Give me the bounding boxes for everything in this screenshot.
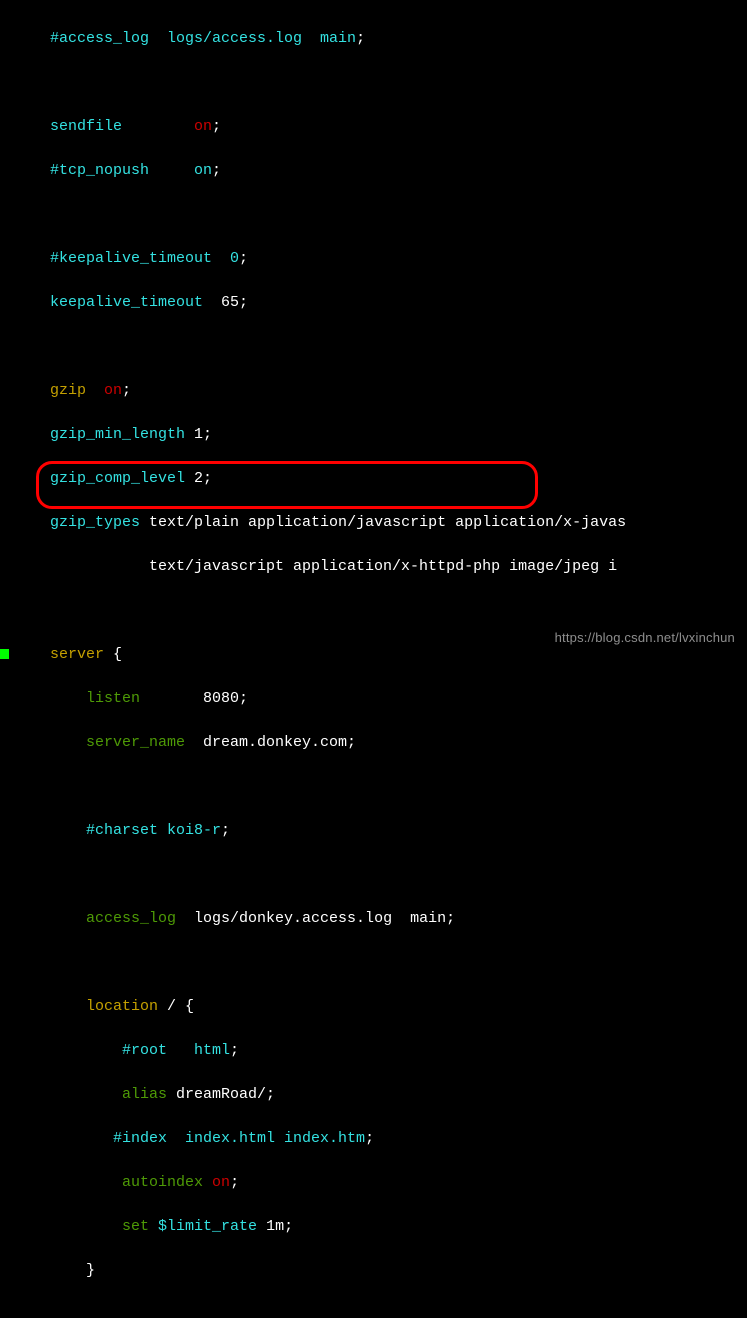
directive-listen: listen [50,690,140,707]
comment-charset: #charset koi8-r [50,822,221,839]
directive-server-name: server_name [50,734,185,751]
directive-autoindex: autoindex [50,1174,203,1191]
directive-access-log: access_log [50,910,176,927]
block-server: server [50,646,104,663]
comment-keepalive: #keepalive_timeout 0 [50,250,239,267]
watermark-text: https://blog.csdn.net/lvxinchun [555,627,735,649]
directive-gzip-types: gzip_types [50,514,149,531]
comment-access-log: #access_log logs/access.log main [50,30,356,47]
directive-set: set [50,1218,149,1235]
terminal-cursor [0,649,9,659]
variable-limit-rate: $limit_rate [158,1218,257,1235]
directive-gzip-min-length: gzip_min_length [50,426,194,443]
value-on: on [104,382,122,399]
value-on: on [194,118,212,135]
directive-keepalive-timeout: keepalive_timeout [50,294,221,311]
comment-index: #index index.html index.htm [50,1130,365,1147]
directive-gzip: gzip [50,382,104,399]
gzip-types-cont: text/javascript application/x-httpd-php … [50,558,617,575]
block-location: location [50,998,158,1015]
comment-root: #root html [50,1042,230,1059]
directive-gzip-comp-level: gzip_comp_level [50,470,194,487]
value-on: on [212,1174,230,1191]
close-brace: } [50,1262,95,1279]
directive-alias: alias [50,1086,167,1103]
directive-sendfile: sendfile [50,118,194,135]
comment-tcp-nopush: #tcp_nopush on [50,162,212,179]
nginx-config-code: #access_log logs/access.log main; sendfi… [0,0,747,1318]
